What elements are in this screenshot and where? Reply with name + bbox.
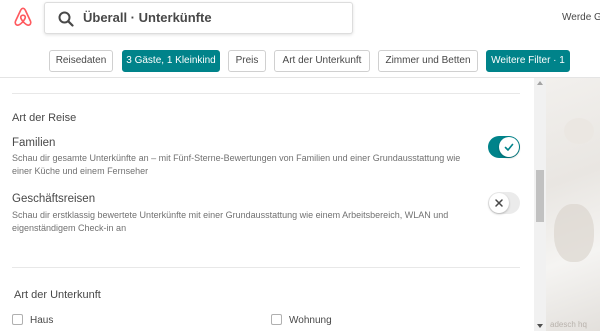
search-input[interactable]: Überall · Unterkünfte bbox=[44, 2, 353, 34]
filter-guests-button[interactable]: 3 Gäste, 1 Kleinkind bbox=[122, 50, 220, 72]
filter-bar: Reisedaten 3 Gäste, 1 Kleinkind Preis Ar… bbox=[0, 40, 600, 78]
property-type-heading: Art der Unterkunft bbox=[14, 289, 101, 301]
house-label: Haus bbox=[30, 315, 54, 326]
toggle-knob bbox=[499, 137, 519, 157]
panel-scrollbar[interactable] bbox=[534, 78, 546, 331]
business-description: Schau dir erstklassig bewertete Unterkün… bbox=[12, 210, 449, 233]
more-filters-panel: Art der Reise Familien Schau dir gesamte… bbox=[0, 78, 534, 331]
map-shape bbox=[564, 118, 594, 144]
filter-price-button[interactable]: Preis bbox=[228, 50, 266, 72]
toggle-knob bbox=[489, 193, 509, 213]
filter-rooms-beds-button[interactable]: Zimmer und Betten bbox=[378, 50, 478, 72]
filter-property-type-button[interactable]: Art der Unterkunft bbox=[274, 50, 370, 72]
scroll-down-icon[interactable] bbox=[537, 324, 543, 328]
map-area[interactable]: adesch hq bbox=[546, 78, 600, 331]
apartment-checkbox[interactable] bbox=[271, 314, 282, 325]
check-icon bbox=[504, 143, 514, 151]
filter-dates-button[interactable]: Reisedaten bbox=[49, 50, 113, 72]
apartment-label: Wohnung bbox=[289, 315, 332, 326]
business-title: Geschäftsreisen bbox=[12, 193, 96, 205]
families-title: Familien bbox=[12, 137, 56, 149]
scroll-thumb[interactable] bbox=[536, 170, 544, 222]
divider bbox=[12, 93, 520, 94]
close-icon bbox=[495, 199, 503, 207]
families-toggle[interactable] bbox=[488, 136, 520, 158]
trip-type-heading: Art der Reise bbox=[12, 112, 77, 124]
more-filters-button[interactable]: Weitere Filter · 1 bbox=[486, 50, 570, 72]
search-query-text: Überall · Unterkünfte bbox=[83, 10, 212, 25]
airbnb-logo-icon[interactable] bbox=[12, 6, 34, 28]
house-checkbox[interactable] bbox=[12, 314, 23, 325]
search-icon bbox=[58, 11, 74, 27]
map-shape bbox=[554, 204, 594, 262]
families-description: Schau dir gesamte Unterkünfte an – mit F… bbox=[12, 153, 461, 176]
business-toggle[interactable] bbox=[488, 192, 520, 214]
scroll-up-icon[interactable] bbox=[537, 81, 543, 85]
divider bbox=[12, 267, 520, 268]
map-label: adesch hq bbox=[550, 320, 587, 329]
top-header: Überall · Unterkünfte Werde G bbox=[0, 0, 600, 36]
become-host-link[interactable]: Werde G bbox=[562, 12, 600, 23]
